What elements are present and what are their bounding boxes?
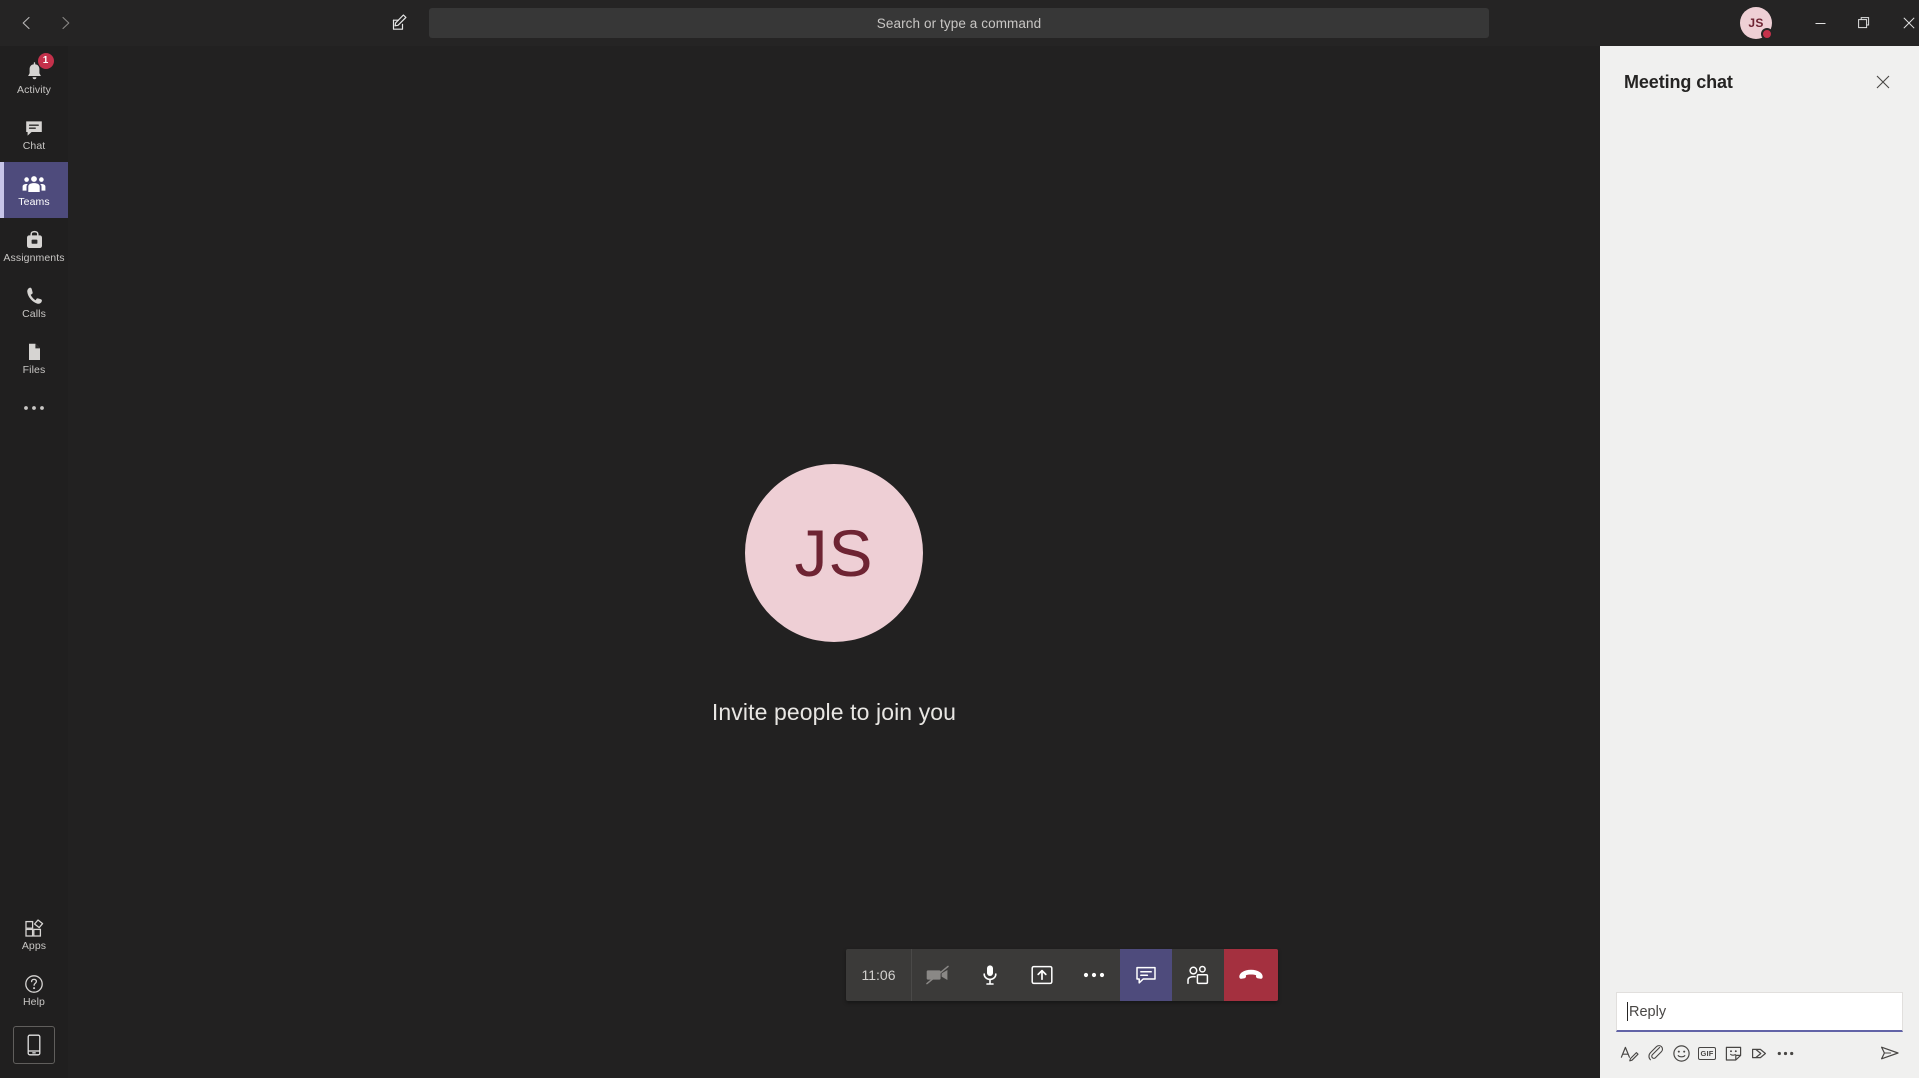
meeting-chat-header: Meeting chat: [1600, 46, 1919, 118]
sidebar-bottom-group: Apps Help: [0, 906, 68, 1078]
window-close-button[interactable]: [1886, 0, 1919, 46]
sidebar-item-label: Chat: [22, 140, 46, 152]
sidebar-item-label: Assignments: [3, 252, 65, 264]
teams-meeting-window: Search or type a command JS 1 Activity C…: [0, 0, 1919, 1078]
reply-input[interactable]: Reply: [1616, 992, 1903, 1032]
sidebar-item-help[interactable]: Help: [0, 962, 68, 1018]
microphone-button[interactable]: [964, 949, 1016, 1001]
invite-people-text: Invite people to join you: [711, 699, 957, 725]
sidebar-more-apps-button[interactable]: [0, 386, 68, 430]
apps-grid-icon: [24, 916, 45, 938]
camera-off-button[interactable]: [912, 949, 964, 1001]
paperclip-icon[interactable]: [1642, 1040, 1668, 1066]
search-placeholder: Search or type a command: [876, 15, 1042, 31]
download-mobile-app-button[interactable]: [13, 1026, 55, 1064]
sidebar-item-label: Calls: [22, 308, 46, 320]
navigation-arrows: [8, 7, 84, 39]
presence-badge-busy: [1761, 28, 1773, 40]
page-title: Meeting chat: [1624, 71, 1733, 92]
activity-unread-badge: 1: [37, 53, 54, 69]
sidebar-item-teams[interactable]: Teams: [0, 162, 68, 218]
meeting-chat-messages[interactable]: [1600, 118, 1919, 992]
more-actions-button[interactable]: [1068, 949, 1120, 1001]
text-caret: [1627, 1002, 1628, 1021]
sidebar-item-chat[interactable]: Chat: [0, 106, 68, 162]
sidebar-item-assignments[interactable]: Assignments: [0, 218, 68, 274]
chat-bubble-icon: [24, 116, 44, 138]
compose-new-chat-button[interactable]: [384, 7, 416, 39]
left-navigation-rail: 1 Activity Chat Teams Assignments Calls …: [0, 46, 68, 1078]
meeting-timer: 11:06: [846, 949, 912, 1001]
composer-toolbar: GIF: [1616, 1032, 1903, 1070]
close-icon[interactable]: [1869, 68, 1897, 96]
meeting-empty-state: JS Invite people to join you: [68, 464, 1600, 726]
window-minimize-button[interactable]: [1798, 0, 1843, 46]
participant-avatar: JS: [745, 464, 923, 642]
send-paper-plane-icon[interactable]: [1877, 1040, 1903, 1066]
sidebar-item-label: Help: [23, 996, 45, 1008]
sidebar-item-calls[interactable]: Calls: [0, 274, 68, 330]
format-text-icon[interactable]: [1616, 1040, 1642, 1066]
show-participants-button[interactable]: [1172, 949, 1224, 1001]
assignments-bag-icon: [25, 228, 44, 250]
meeting-chat-panel: Meeting chat Reply GIF: [1600, 46, 1919, 1078]
title-bar: Search or type a command JS: [0, 0, 1919, 46]
emoji-smiley-icon[interactable]: [1668, 1040, 1694, 1066]
sidebar-item-label: Files: [22, 364, 46, 376]
sidebar-item-label: Apps: [21, 940, 47, 952]
more-options-button[interactable]: [1772, 1040, 1798, 1066]
sticker-icon[interactable]: [1720, 1040, 1746, 1066]
gif-label: GIF: [1698, 1046, 1716, 1060]
meeting-stage: JS Invite people to join you 11:06: [68, 46, 1600, 1078]
hangup-button[interactable]: [1224, 949, 1278, 1001]
praise-ribbon-icon[interactable]: [1746, 1040, 1772, 1066]
avatar[interactable]: JS: [1740, 7, 1773, 40]
show-conversation-button[interactable]: [1120, 949, 1172, 1001]
file-page-icon: [26, 340, 43, 362]
meeting-chat-composer: Reply GIF: [1600, 992, 1919, 1078]
meeting-control-bar: 11:06: [846, 949, 1278, 1001]
sidebar-item-files[interactable]: Files: [0, 330, 68, 386]
bell-icon: 1: [25, 53, 54, 82]
reply-placeholder: Reply: [1629, 1003, 1667, 1020]
teams-people-icon: [22, 172, 46, 194]
search-input[interactable]: Search or type a command: [429, 8, 1489, 38]
window-maximize-button[interactable]: [1842, 0, 1887, 46]
help-circle-icon: [24, 972, 44, 994]
gif-icon[interactable]: GIF: [1694, 1040, 1720, 1066]
sidebar-item-label: Teams: [18, 196, 50, 208]
share-screen-button[interactable]: [1016, 949, 1068, 1001]
back-button[interactable]: [8, 7, 46, 39]
sidebar-item-activity[interactable]: 1 Activity: [0, 50, 68, 106]
participant-avatar-initials: JS: [794, 516, 874, 590]
phone-icon: [25, 284, 44, 306]
sidebar-item-apps[interactable]: Apps: [0, 906, 68, 962]
forward-button[interactable]: [46, 7, 84, 39]
sidebar-item-label: Activity: [16, 84, 52, 96]
